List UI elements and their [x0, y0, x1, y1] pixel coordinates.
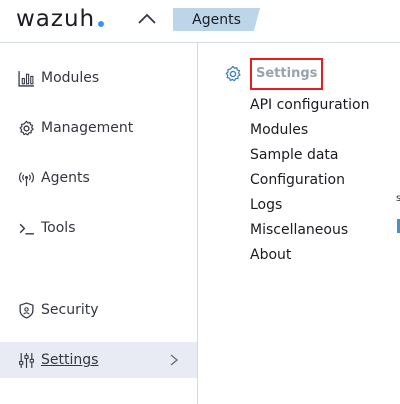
logo-text: wazuh: [16, 6, 96, 32]
gear-icon: [19, 120, 34, 136]
sidebar-item-settings[interactable]: Settings: [0, 342, 197, 378]
top-header: wazuh Agents: [0, 0, 400, 43]
sidebar-item-label: Modules: [41, 70, 100, 86]
flyout-item-configuration[interactable]: Configuration: [250, 171, 345, 189]
chevron-up-icon: [138, 13, 156, 24]
sidebar-item-security[interactable]: Security: [0, 292, 197, 328]
flyout-title: Settings: [250, 58, 324, 90]
logo-dot: [98, 21, 105, 27]
settings-flyout-menu: Settings API configuration Modules Sampl…: [198, 43, 378, 404]
modules-chart-icon: [18, 71, 34, 87]
wazuh-logo[interactable]: wazuh: [16, 4, 105, 34]
flyout-header: Settings: [224, 58, 324, 90]
antenna-icon: [19, 172, 34, 186]
sidebar-item-agents[interactable]: Agents: [0, 160, 197, 196]
breadcrumb-agents[interactable]: Agents: [173, 8, 260, 31]
flyout-item-logs[interactable]: Logs: [250, 196, 282, 214]
partial-content-text: s: [396, 193, 400, 204]
sidebar-item-label: Management: [41, 120, 134, 136]
flyout-item-api-configuration[interactable]: API configuration: [250, 96, 369, 114]
flyout-item-sample-data[interactable]: Sample data: [250, 146, 338, 164]
sidebar-item-label: Security: [41, 302, 99, 318]
sliders-icon: [19, 353, 34, 368]
chevron-right-icon: [170, 354, 179, 366]
sidebar-item-label: Agents: [41, 170, 90, 186]
shield-icon: [19, 302, 34, 319]
sidebar-item-modules[interactable]: Modules: [0, 60, 197, 96]
flyout-item-modules[interactable]: Modules: [250, 121, 308, 139]
console-icon: [19, 223, 34, 235]
sidebar-item-management[interactable]: Management: [0, 110, 197, 146]
sidebar-item-label: Settings: [41, 352, 99, 368]
sidebar-item-label: Tools: [41, 220, 76, 236]
menu-toggle-button[interactable]: [137, 8, 157, 28]
sidebar-item-tools[interactable]: Tools: [0, 210, 197, 246]
side-navigation: Modules Management Agents Tools Security…: [0, 43, 198, 404]
flyout-item-about[interactable]: About: [250, 246, 291, 264]
gear-icon: [225, 65, 241, 82]
flyout-item-miscellaneous[interactable]: Miscellaneous: [250, 221, 348, 239]
